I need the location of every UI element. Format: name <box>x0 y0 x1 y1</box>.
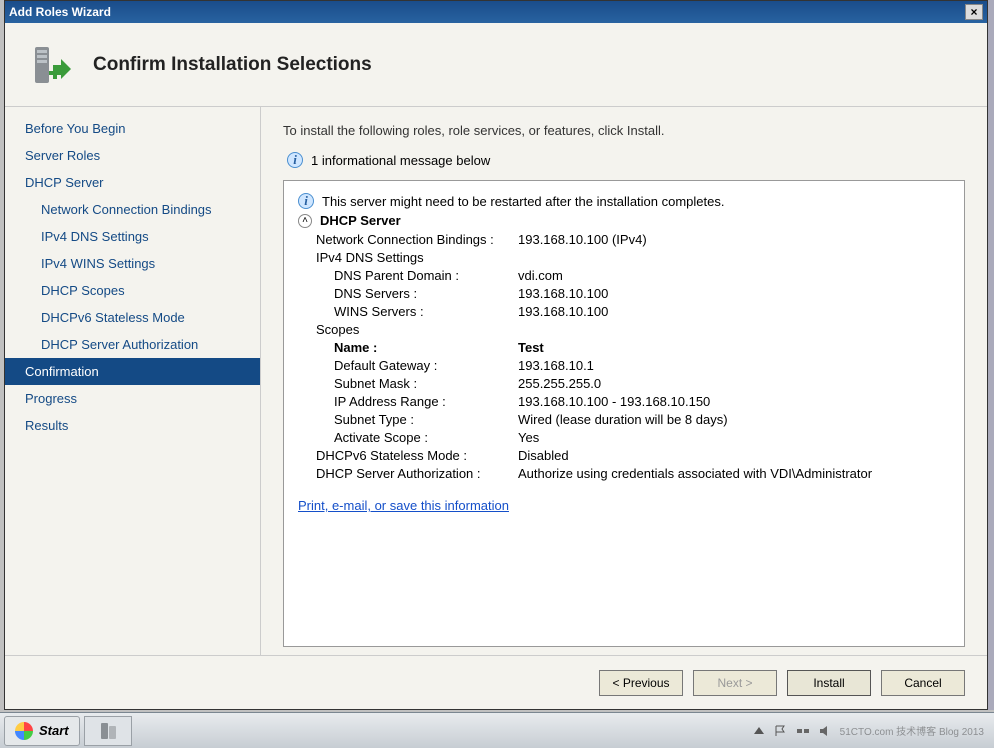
windows-logo-icon <box>15 722 33 740</box>
restart-note-text: This server might need to be restarted a… <box>322 194 724 209</box>
section-title: DHCP Server <box>320 213 401 228</box>
window-title: Add Roles Wizard <box>9 5 965 19</box>
restart-note-row: i This server might need to be restarted… <box>298 193 950 209</box>
collapse-icon[interactable]: ˄ <box>298 214 312 228</box>
sidebar-item-before-you-begin[interactable]: Before You Begin <box>5 115 260 142</box>
gateway-value: 193.168.10.1 <box>518 358 950 373</box>
install-button[interactable]: Install <box>787 670 871 696</box>
confirmation-detail-box: i This server might need to be restarted… <box>283 180 965 647</box>
sidebar-item-progress[interactable]: Progress <box>5 385 260 412</box>
close-icon[interactable]: × <box>965 4 983 20</box>
sidebar-item-dhcp-server-authorization[interactable]: DHCP Server Authorization <box>5 331 260 358</box>
page-title: Confirm Installation Selections <box>93 54 372 76</box>
dns-servers-label: DNS Servers : <box>298 286 518 301</box>
instruction-text: To install the following roles, role ser… <box>283 123 965 138</box>
wins-servers-value: 193.168.10.100 <box>518 304 950 319</box>
subnet-mask-value: 255.255.255.0 <box>518 376 950 391</box>
ncb-label: Network Connection Bindings : <box>298 232 518 247</box>
gateway-label: Default Gateway : <box>298 358 518 373</box>
activate-scope-value: Yes <box>518 430 950 445</box>
wizard-header: Confirm Installation Selections <box>5 23 987 107</box>
server-role-icon <box>29 41 77 89</box>
print-email-save-link[interactable]: Print, e-mail, or save this information <box>298 498 509 513</box>
flag-icon[interactable] <box>774 724 788 738</box>
info-message-row: i 1 informational message below <box>287 152 965 168</box>
dns-parent-value: vdi.com <box>518 268 950 283</box>
sidebar-item-server-roles[interactable]: Server Roles <box>5 142 260 169</box>
wizard-body: Before You Begin Server Roles DHCP Serve… <box>5 107 987 655</box>
sidebar-item-confirmation[interactable]: Confirmation <box>5 358 260 385</box>
sidebar-item-ipv4-dns-settings[interactable]: IPv4 DNS Settings <box>5 223 260 250</box>
wizard-sidebar: Before You Begin Server Roles DHCP Serve… <box>5 107 261 655</box>
start-label: Start <box>39 723 69 738</box>
dns-servers-value: 193.168.10.100 <box>518 286 950 301</box>
sidebar-item-dhcp-scopes[interactable]: DHCP Scopes <box>5 277 260 304</box>
ip-range-value: 193.168.10.100 - 193.168.10.150 <box>518 394 950 409</box>
volume-icon[interactable] <box>818 724 832 738</box>
scope-name-label: Name : <box>298 340 518 355</box>
wizard-footer: < Previous Next > Install Cancel <box>5 655 987 709</box>
taskbar-app-server-manager[interactable] <box>84 716 132 746</box>
next-button: Next > <box>693 670 777 696</box>
start-button[interactable]: Start <box>4 716 80 746</box>
subnet-mask-label: Subnet Mask : <box>298 376 518 391</box>
info-message-text: 1 informational message below <box>311 153 490 168</box>
system-tray: 51CTO.com 技术博客 Blog 2013 <box>752 723 990 738</box>
dhcp-section-header: ˄ DHCP Server <box>298 213 950 228</box>
scopes-header: Scopes <box>298 322 518 337</box>
sidebar-item-ipv4-wins-settings[interactable]: IPv4 WINS Settings <box>5 250 260 277</box>
scope-name-value: Test <box>518 340 950 355</box>
cancel-button[interactable]: Cancel <box>881 670 965 696</box>
right-window-edge <box>988 0 994 710</box>
activate-scope-label: Activate Scope : <box>298 430 518 445</box>
info-icon: i <box>298 193 314 209</box>
dhcpv6-value: Disabled <box>518 448 950 463</box>
info-icon: i <box>287 152 303 168</box>
titlebar[interactable]: Add Roles Wizard × <box>5 1 987 23</box>
wins-servers-label: WINS Servers : <box>298 304 518 319</box>
ncb-value: 193.168.10.100 (IPv4) <box>518 232 950 247</box>
wizard-window: Add Roles Wizard × Confirm Installation … <box>4 0 988 710</box>
ip-range-label: IP Address Range : <box>298 394 518 409</box>
authorization-value: Authorize using credentials associated w… <box>518 466 950 481</box>
subnet-type-label: Subnet Type : <box>298 412 518 427</box>
watermark-text: 51CTO.com 技术博客 Blog 2013 <box>840 723 984 738</box>
authorization-label: DHCP Server Authorization : <box>298 466 518 481</box>
wizard-main: To install the following roles, role ser… <box>261 107 987 655</box>
sidebar-item-dhcpv6-stateless-mode[interactable]: DHCPv6 Stateless Mode <box>5 304 260 331</box>
sidebar-item-dhcp-server[interactable]: DHCP Server <box>5 169 260 196</box>
ipv4dns-header: IPv4 DNS Settings <box>298 250 518 265</box>
sidebar-item-results[interactable]: Results <box>5 412 260 439</box>
dhcpv6-label: DHCPv6 Stateless Mode : <box>298 448 518 463</box>
network-icon[interactable] <box>796 724 810 738</box>
subnet-type-value: Wired (lease duration will be 8 days) <box>518 412 950 427</box>
previous-button[interactable]: < Previous <box>599 670 683 696</box>
tray-up-arrow-icon[interactable] <box>752 724 766 738</box>
sidebar-item-network-connection-bindings[interactable]: Network Connection Bindings <box>5 196 260 223</box>
taskbar: Start 51CTO.com 技术博客 Blog 2013 <box>0 712 994 748</box>
dns-parent-label: DNS Parent Domain : <box>298 268 518 283</box>
